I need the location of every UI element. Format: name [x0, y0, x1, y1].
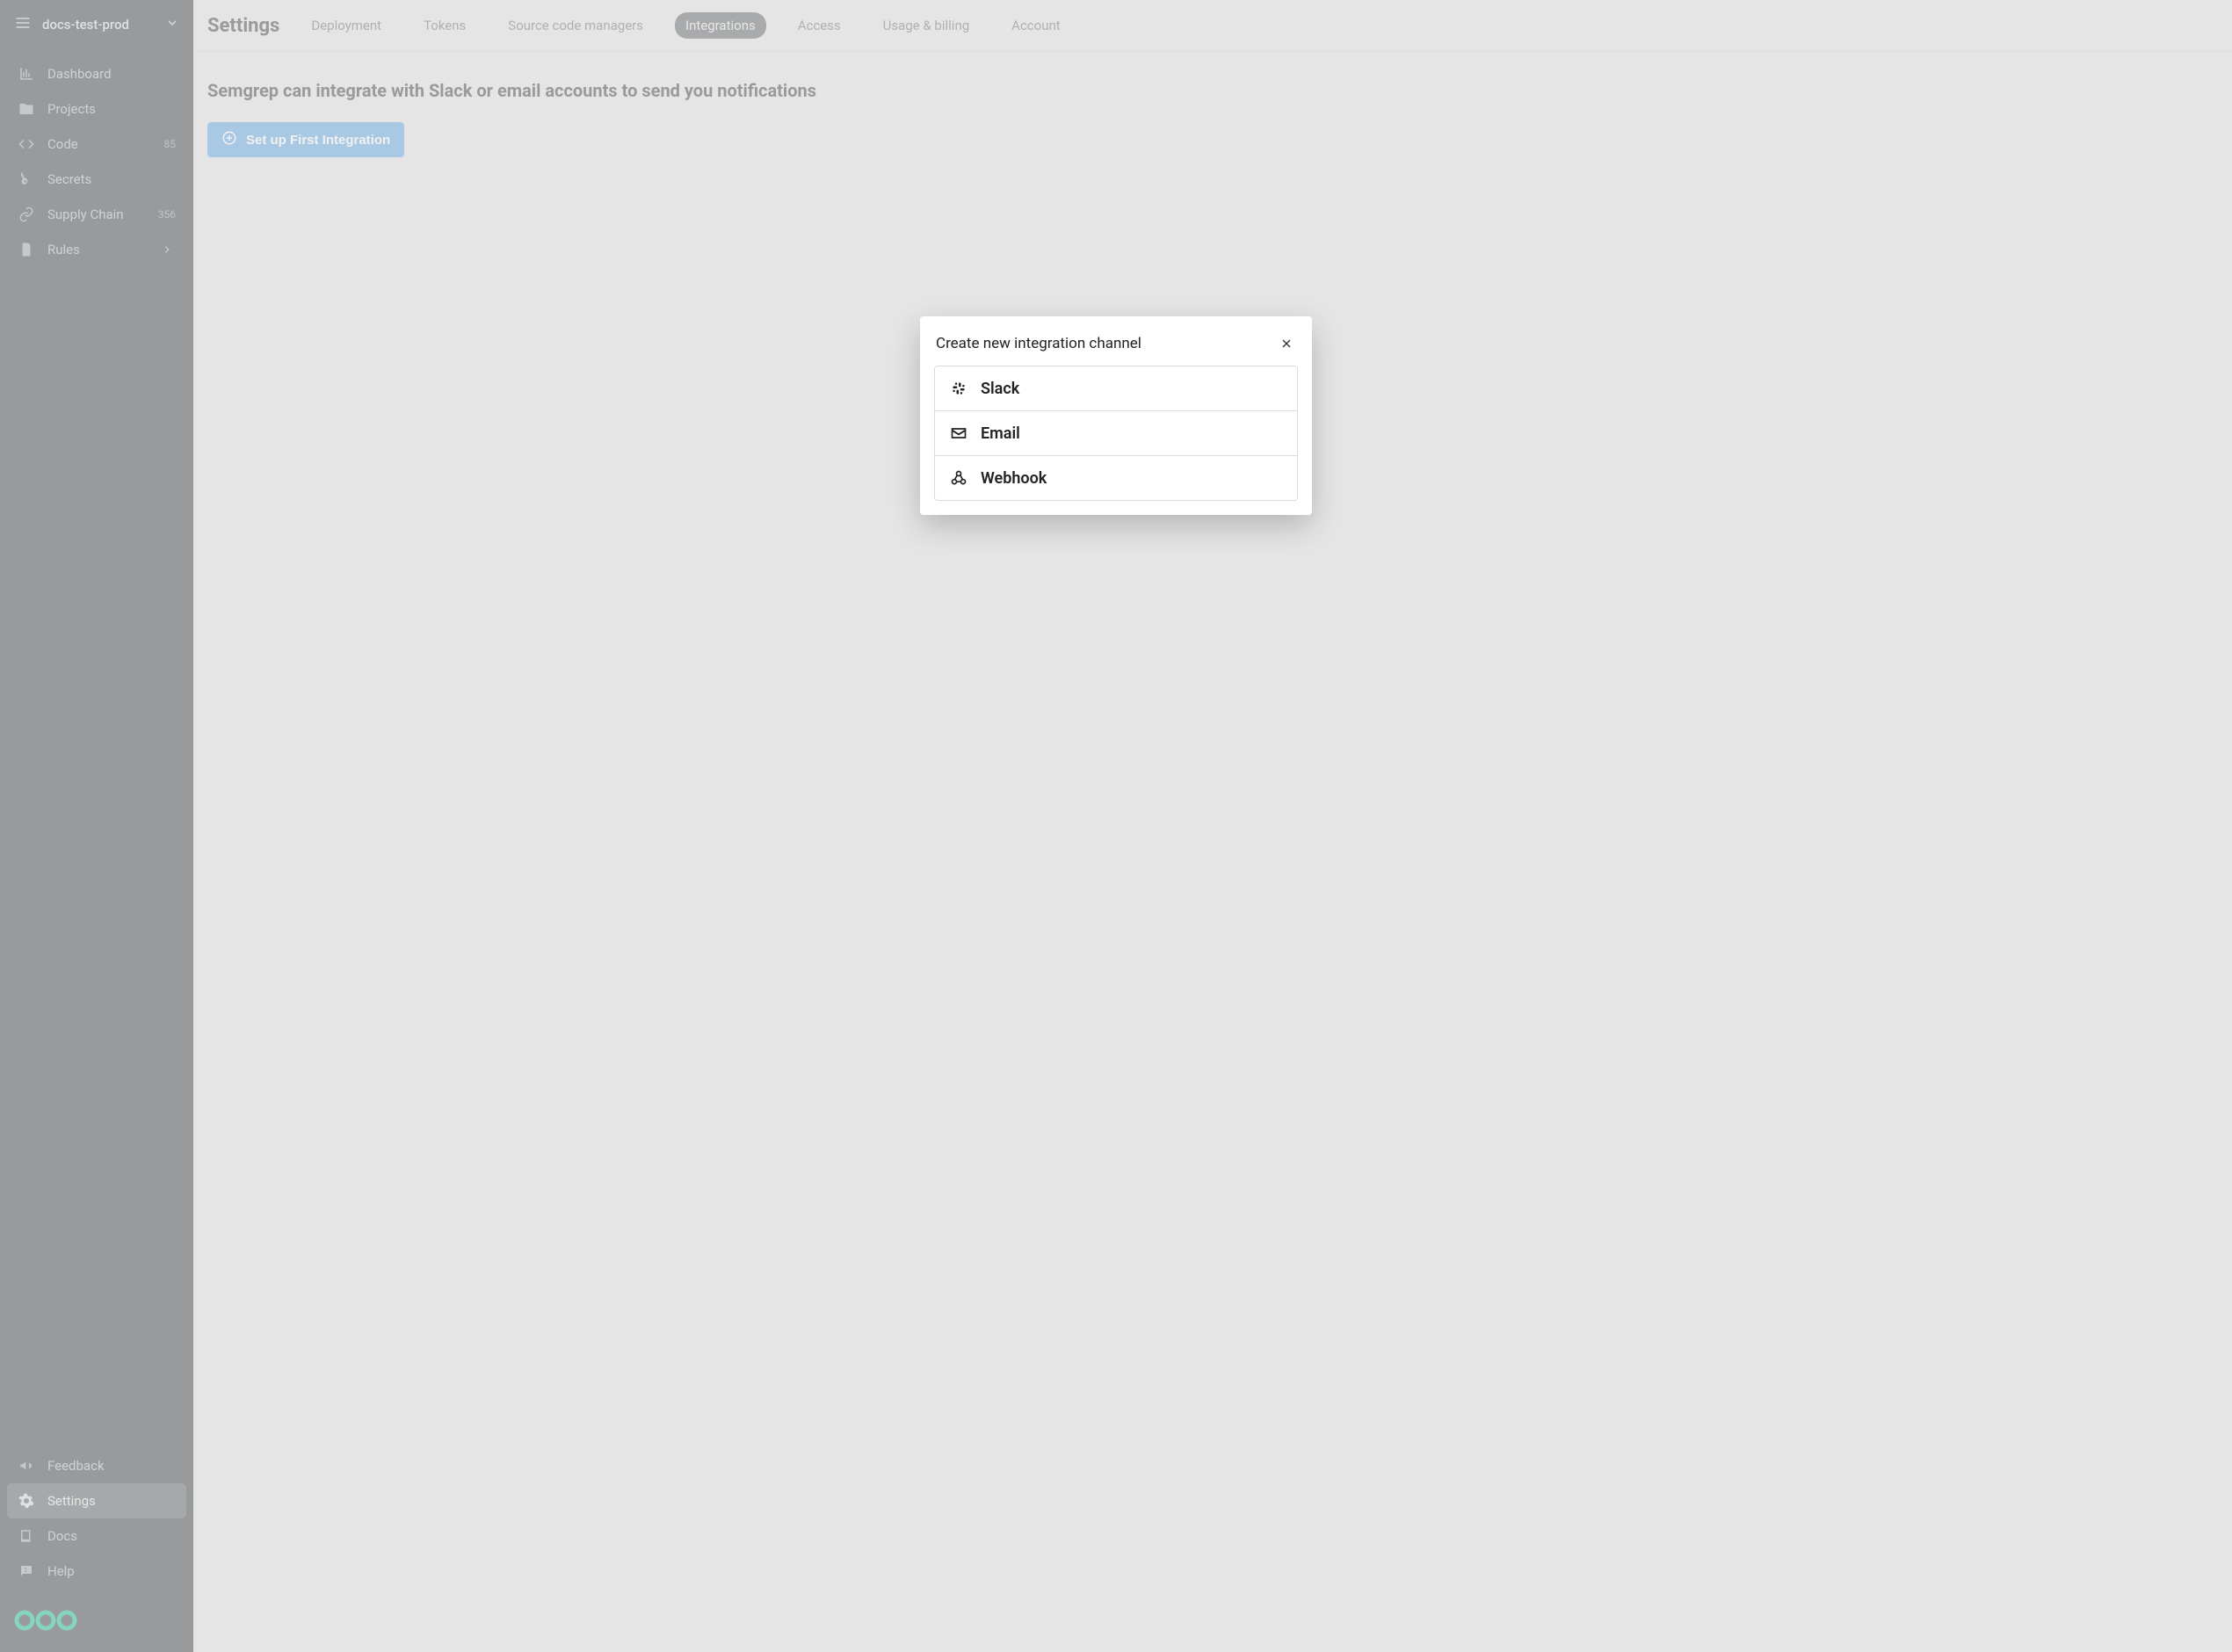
integration-option-webhook[interactable]: Webhook: [935, 455, 1297, 500]
option-label: Email: [981, 424, 1020, 443]
create-integration-modal: Create new integration channel Slack Ema…: [920, 316, 1312, 515]
email-icon: [949, 424, 968, 443]
integration-option-email[interactable]: Email: [935, 410, 1297, 455]
option-label: Webhook: [981, 469, 1047, 488]
close-icon: [1279, 337, 1294, 351]
modal-title: Create new integration channel: [936, 335, 1141, 352]
webhook-icon: [949, 468, 968, 488]
modal-header: Create new integration channel: [934, 330, 1298, 366]
integration-option-list: Slack Email Webhook: [934, 366, 1298, 501]
option-label: Slack: [981, 380, 1019, 398]
modal-close-button[interactable]: [1277, 334, 1296, 353]
slack-icon: [949, 379, 968, 398]
integration-option-slack[interactable]: Slack: [935, 366, 1297, 410]
modal-overlay[interactable]: Create new integration channel Slack Ema…: [0, 0, 2232, 1652]
